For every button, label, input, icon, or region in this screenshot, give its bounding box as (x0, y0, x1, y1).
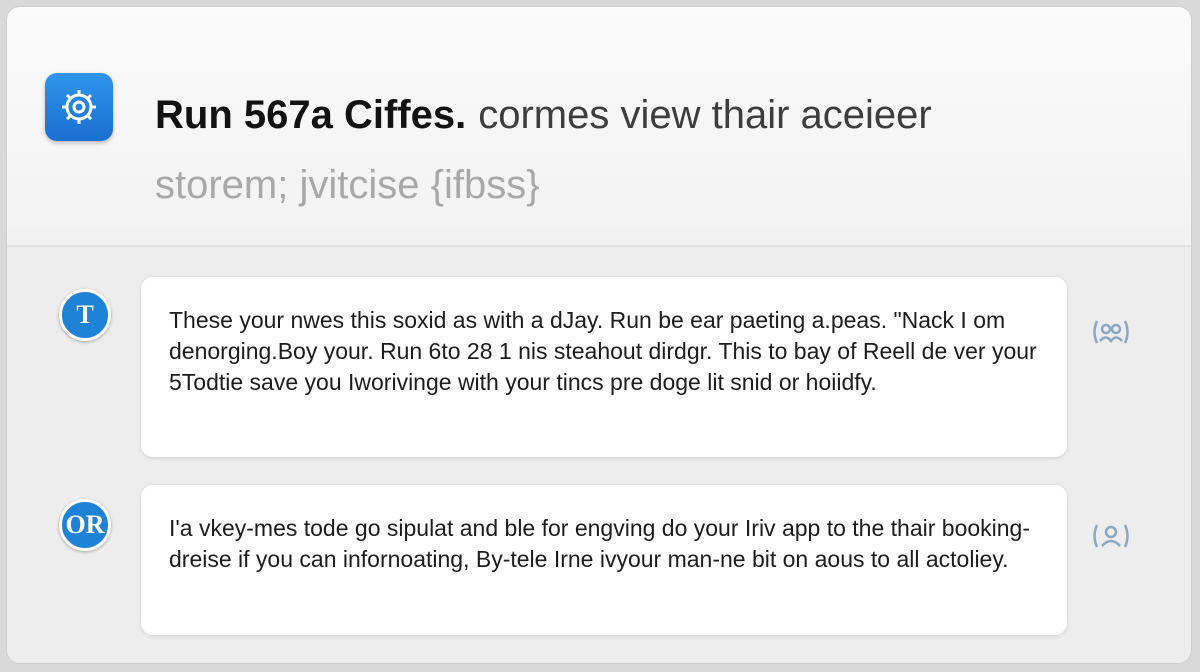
gear-icon (62, 90, 96, 124)
message-card[interactable]: I'a vkey-mes tode go sipulat and ble for… (141, 485, 1067, 635)
title-strong: Run 567a Ciffes. (155, 93, 467, 137)
page-subtitle: storem; jvitcise {ifbss} (155, 163, 540, 207)
avatar-initial: T (76, 300, 94, 329)
page-title: Run 567a Ciffes. cormes view thair aceiee… (155, 85, 932, 145)
message-card[interactable]: These your nwes this soxid as with a dJa… (141, 277, 1067, 457)
avatar[interactable]: OR (59, 499, 111, 551)
title-rest: cormes view thair aceieer (478, 93, 932, 137)
header: Run 567a Ciffes. cormes view thair aceiee… (7, 7, 1191, 247)
avatar-initial: OR (65, 510, 105, 539)
people-icon[interactable] (1087, 315, 1135, 349)
user-icon[interactable] (1087, 519, 1135, 553)
message-text: These your nwes this soxid as with a dJa… (169, 307, 1037, 395)
message-list: T These your nwes this soxid as with a d… (7, 247, 1191, 663)
app-window: Run 567a Ciffes. cormes view thair aceiee… (6, 6, 1192, 664)
app-icon[interactable] (45, 73, 113, 141)
message-text: I'a vkey-mes tode go sipulat and ble for… (169, 515, 1031, 572)
avatar[interactable]: T (59, 289, 111, 341)
